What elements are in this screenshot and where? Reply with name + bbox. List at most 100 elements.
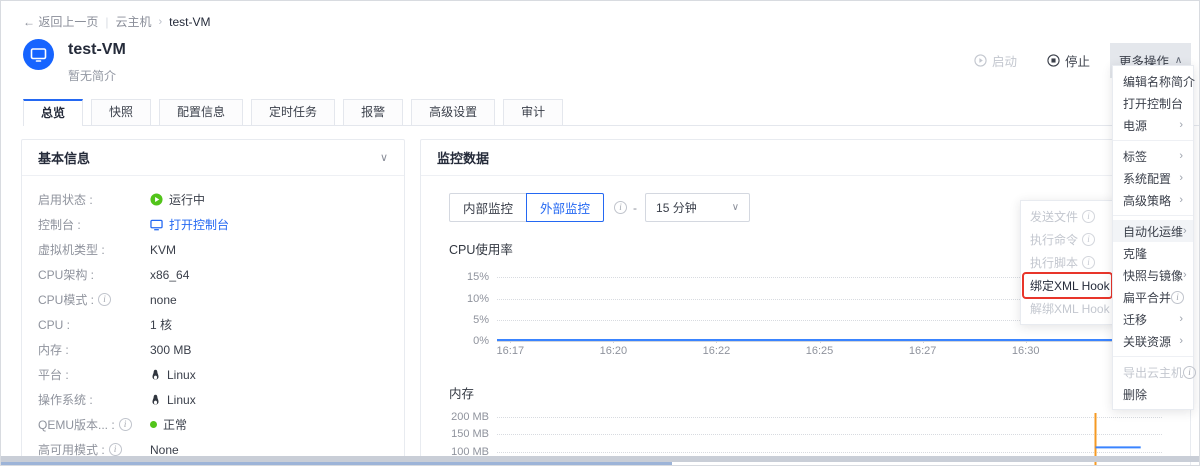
vm-monitor-icon	[23, 39, 54, 70]
monitor-source-toggle: 内部监控 外部监控	[449, 193, 604, 222]
info-icon[interactable]: i	[614, 201, 627, 214]
info-value: 1 核	[150, 316, 172, 333]
info-label: 启用状态 :	[38, 191, 150, 208]
chevron-down-icon[interactable]: ∨	[380, 151, 388, 164]
time-range-select[interactable]: 15 分钟 ∨	[645, 193, 750, 222]
tab-配置信息[interactable]: 配置信息	[159, 99, 243, 125]
menu-item-自动化运维[interactable]: 自动化运维›	[1113, 220, 1193, 242]
time-range-value: 15 分钟	[656, 199, 697, 216]
menu-item-标签[interactable]: 标签›	[1113, 145, 1193, 167]
menu-item-删除[interactable]: 删除	[1113, 383, 1193, 405]
linux-icon	[150, 394, 161, 406]
tab-总览[interactable]: 总览	[23, 99, 83, 125]
back-label: 返回上一页	[38, 15, 98, 29]
info-label: QEMU版本... :i	[38, 416, 150, 433]
menu-item-高级策略[interactable]: 高级策略›	[1113, 189, 1193, 211]
info-icon: i	[1082, 210, 1095, 223]
memory-chart-title: 内存	[449, 383, 1162, 402]
stop-label: 停止	[1065, 51, 1090, 70]
submenu-item-绑定XML Hook[interactable]: 绑定XML Hook	[1021, 274, 1114, 297]
y-tick-label: 5%	[473, 314, 489, 326]
back-link[interactable]: ← 返回上一页	[23, 13, 98, 30]
y-tick-label: 200 MB	[451, 411, 489, 423]
page-title: test-VM	[68, 39, 126, 59]
submenu-item-解绑XML Hook[interactable]: 解绑XML Hook	[1021, 297, 1114, 320]
menu-divider	[1113, 215, 1193, 216]
cpu-chart-y-axis: 0%5%10%15%	[449, 269, 497, 341]
menu-item-电源[interactable]: 电源›	[1113, 114, 1193, 136]
breadcrumb: ← 返回上一页 | 云主机 › test-VM	[1, 1, 1199, 30]
submenu-item-执行脚本[interactable]: 执行脚本i	[1021, 251, 1114, 274]
tab-bar: 总览快照配置信息定时任务报警高级设置审计	[23, 99, 1199, 126]
menu-item-系统配置[interactable]: 系统配置›	[1113, 167, 1193, 189]
y-tick-label: 10%	[467, 293, 489, 305]
info-value: Linux	[150, 393, 196, 407]
x-tick-label: 16:20	[600, 345, 628, 357]
chevron-right-icon: ›	[1179, 172, 1183, 184]
page-header: test-VM 暂无简介 启动 停止 更多操作 ∧	[23, 39, 1191, 84]
info-row: 启用状态 :运行中	[38, 187, 388, 212]
menu-item-迁移[interactable]: 迁移›	[1113, 308, 1193, 330]
tab-定时任务[interactable]: 定时任务	[251, 99, 335, 125]
internal-monitor-button[interactable]: 内部监控	[449, 193, 527, 222]
bottom-edge-line	[1, 462, 672, 465]
breadcrumb-section[interactable]: 云主机	[115, 13, 151, 30]
info-label: CPU架构 :	[38, 266, 150, 283]
submenu-item-执行命令[interactable]: 执行命令i	[1021, 228, 1114, 251]
menu-item-编辑名称简介[interactable]: 编辑名称简介	[1113, 70, 1193, 92]
open-console-link: 打开控制台	[169, 216, 229, 233]
menu-item-导出云主机[interactable]: 导出云主机i	[1113, 361, 1193, 383]
info-value: 运行中	[150, 191, 205, 208]
info-label: 内存 :	[38, 341, 150, 358]
chevron-right-icon: ›	[1179, 335, 1183, 347]
submenu-item-发送文件[interactable]: 发送文件i	[1021, 205, 1114, 228]
info-icon: i	[109, 443, 122, 456]
tab-快照[interactable]: 快照	[91, 99, 151, 125]
y-tick-label: 15%	[467, 271, 489, 283]
monitoring-header: 监控数据	[421, 140, 1190, 176]
external-monitor-button[interactable]: 外部监控	[526, 193, 604, 222]
info-icon: i	[1082, 233, 1095, 246]
dot-green-icon	[150, 421, 157, 428]
menu-item-扁平合并[interactable]: 扁平合并i	[1113, 286, 1193, 308]
menu-item-打开控制台[interactable]: 打开控制台	[1113, 92, 1193, 114]
breadcrumb-arrow-icon: ›	[159, 16, 163, 28]
info-label: CPU :	[38, 318, 150, 332]
y-tick-label: 150 MB	[451, 428, 489, 440]
info-label: 控制台 :	[38, 216, 150, 233]
info-value[interactable]: 打开控制台	[150, 216, 229, 233]
info-label: 操作系统 :	[38, 391, 150, 408]
start-button[interactable]: 启动	[964, 44, 1027, 77]
chevron-right-icon: ›	[1179, 194, 1183, 206]
tab-高级设置[interactable]: 高级设置	[411, 99, 495, 125]
info-row: 虚拟机类型 :KVM	[38, 237, 388, 262]
breadcrumb-separator: |	[105, 15, 108, 29]
info-value: None	[150, 443, 179, 457]
breadcrumb-current: test-VM	[169, 15, 210, 29]
info-icon: i	[1183, 366, 1196, 379]
x-tick-label: 16:25	[806, 345, 834, 357]
chevron-right-icon: ›	[1183, 225, 1187, 237]
back-arrow-icon: ←	[23, 15, 35, 29]
info-row: CPU模式 :inone	[38, 287, 388, 312]
info-label: 虚拟机类型 :	[38, 241, 150, 258]
info-row: QEMU版本... :i正常	[38, 412, 388, 437]
chevron-right-icon: ›	[1179, 313, 1183, 325]
x-tick-label: 16:30	[1012, 345, 1040, 357]
title-block: test-VM 暂无简介	[68, 39, 126, 84]
menu-item-克隆[interactable]: 克隆	[1113, 242, 1193, 264]
play-circle-icon	[974, 54, 987, 67]
menu-item-快照与镜像[interactable]: 快照与镜像›	[1113, 264, 1193, 286]
info-row: 平台 :Linux	[38, 362, 388, 387]
stop-button[interactable]: 停止	[1037, 44, 1100, 77]
content-area: 基本信息 ∨ 启用状态 :运行中控制台 :打开控制台虚拟机类型 :KVMCPU架…	[21, 139, 1191, 466]
menu-item-关联资源[interactable]: 关联资源›	[1113, 330, 1193, 352]
info-value: 正常	[150, 416, 187, 433]
info-value: 300 MB	[150, 343, 191, 357]
tab-审计[interactable]: 审计	[503, 99, 563, 125]
info-icon: i	[98, 293, 111, 306]
x-tick-label: 16:27	[909, 345, 937, 357]
tab-报警[interactable]: 报警	[343, 99, 403, 125]
info-row: CPU :1 核	[38, 312, 388, 337]
more-actions-menu: 编辑名称简介打开控制台电源› 标签›系统配置›高级策略› 自动化运维›克隆快照与镜像…	[1112, 65, 1194, 410]
